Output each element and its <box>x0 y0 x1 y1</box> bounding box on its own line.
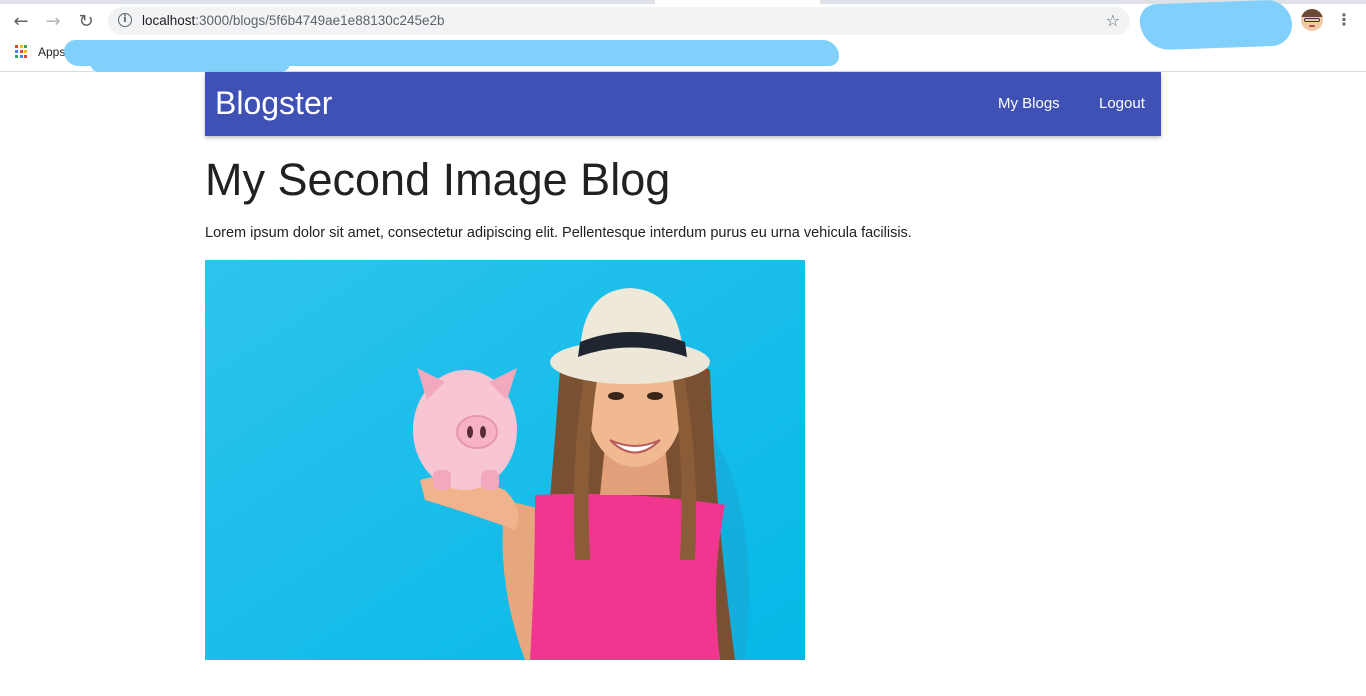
redacted-region <box>1139 0 1293 51</box>
info-icon[interactable]: i <box>118 13 132 27</box>
reload-icon[interactable]: ↻ <box>74 9 98 33</box>
back-arrow-icon[interactable]: ← <box>9 9 33 33</box>
forward-arrow-icon[interactable]: → <box>41 9 65 33</box>
profile-avatar[interactable] <box>1301 9 1323 31</box>
nav-logout-link[interactable]: Logout <box>1099 95 1145 112</box>
url-text[interactable]: localhost:3000/blogs/5f6b4749ae1e88130c2… <box>142 13 445 28</box>
post-image <box>205 260 805 660</box>
app-navbar: Blogster My Blogs Logout <box>205 72 1161 136</box>
active-tab[interactable] <box>655 0 820 4</box>
url-host: localhost <box>142 13 196 28</box>
post-content: Lorem ipsum dolor sit amet, consectetur … <box>205 225 912 241</box>
address-bar[interactable]: i localhost:3000/blogs/5f6b4749ae1e88130… <box>108 7 1130 35</box>
url-path: :3000/blogs/5f6b4749ae1e88130c245e2b <box>195 13 445 28</box>
redacted-bookmarks <box>90 54 290 72</box>
browser-toolbar: ← → ↻ i localhost:3000/blogs/5f6b4749ae1… <box>0 0 1366 72</box>
post-title: My Second Image Blog <box>205 154 671 205</box>
menu-dots-icon[interactable]: ⋮ <box>1336 10 1352 30</box>
bookmark-apps[interactable]: Apps <box>38 45 65 59</box>
star-icon[interactable]: ☆ <box>1106 11 1120 30</box>
brand-logo-link[interactable]: Blogster <box>215 85 332 122</box>
nav-my-blogs-link[interactable]: My Blogs <box>998 95 1060 112</box>
apps-grid-icon[interactable] <box>15 45 29 59</box>
